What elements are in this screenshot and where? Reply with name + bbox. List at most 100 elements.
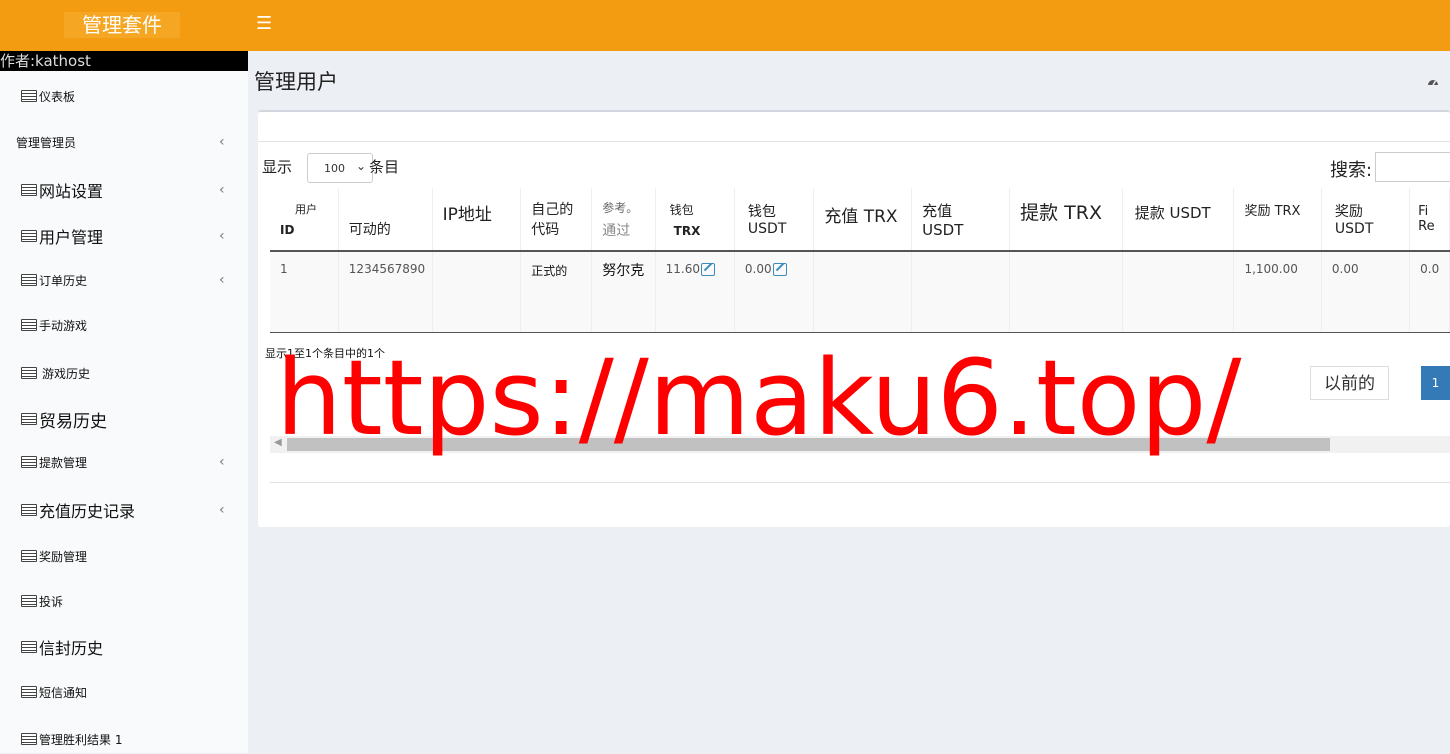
cell-fi-re: 0.0	[1409, 251, 1450, 332]
page-length-select[interactable]: 100 ⌄	[307, 153, 373, 183]
sidebar-item-label: 奖励管理	[39, 549, 88, 564]
page-title: 管理用户	[254, 70, 338, 94]
sidebar-item-label: 网站设置	[39, 182, 104, 201]
sidebar-item-manage-win-results[interactable]: 管理胜利结果 1	[0, 724, 248, 754]
column-header[interactable]: 自己的 代码	[520, 188, 593, 252]
entries-label: 条目	[369, 158, 400, 176]
list-icon	[21, 90, 37, 102]
watermark-url: https://maku6.top/	[276, 337, 1242, 459]
column-header[interactable]: 奖励 TRX	[1233, 188, 1322, 252]
cell-ref-pass: 努尔克	[591, 251, 656, 332]
sidebar-item-label: 提款管理	[39, 455, 88, 470]
list-icon	[21, 230, 37, 242]
cell-wallet-trx: 11.60	[655, 251, 735, 332]
sidebar-item-label: 投诉	[39, 594, 64, 609]
users-table-scroll[interactable]: 用户 ID 可动的 IP地址 自己的 代码 参考。 通过 钱包 TRX 钱包 USDT 充…	[270, 188, 1450, 334]
top-navbar	[0, 0, 1450, 51]
sidebar-item-order-history[interactable]: 订单历史 ‹	[0, 265, 248, 295]
sidebar-item-label: 贸易历史	[39, 411, 107, 432]
cell-recharge-trx	[813, 251, 913, 332]
column-header[interactable]: 钱包 TRX	[655, 188, 735, 252]
column-header[interactable]: Fi Re	[1409, 188, 1450, 252]
sidebar-item-site-settings[interactable]: 网站设置 ‹	[0, 175, 248, 205]
page-1-button[interactable]: 1	[1421, 366, 1450, 400]
cell-ip-address	[432, 251, 522, 332]
column-header[interactable]: 提款 TRX	[1009, 188, 1123, 252]
list-icon	[21, 733, 37, 745]
edit-icon[interactable]	[772, 263, 787, 276]
column-header[interactable]: 用户 ID	[270, 188, 339, 252]
chevron-left-icon: ‹	[219, 182, 225, 198]
sidebar-item-label: 仪表板	[39, 89, 76, 104]
sidebar-item-envelope-history[interactable]: 信封历史	[0, 632, 248, 662]
chevron-left-icon: ‹	[219, 228, 225, 244]
chevron-left-icon: ‹	[219, 454, 225, 470]
list-icon	[21, 367, 37, 379]
box-header-divider	[258, 141, 1450, 142]
cell-recharge-usdt	[911, 251, 1011, 332]
list-icon	[21, 641, 37, 653]
dashboard-icon[interactable]	[1427, 76, 1439, 88]
sidebar-item-label: 订单历史	[39, 273, 88, 288]
column-header[interactable]: 可动的	[338, 188, 433, 252]
brand-logo[interactable]: 管理套件	[64, 12, 180, 38]
cell-user-id: 1	[270, 251, 339, 332]
sidebar-item-admin-management[interactable]: 管理管理员 ‹	[0, 127, 248, 157]
search-label: 搜索:	[1330, 160, 1373, 181]
chevron-left-icon: ‹	[219, 502, 225, 518]
column-header[interactable]: 提款 USDT	[1122, 188, 1235, 252]
list-icon	[21, 686, 37, 698]
sidebar-item-label: 充值历史记录	[39, 502, 136, 521]
list-icon	[21, 456, 37, 468]
sidebar-item-label: 信封历史	[39, 639, 104, 658]
cell-reward-trx: 1,100.00	[1233, 251, 1322, 332]
author-label: 作者:kathost	[0, 51, 248, 71]
edit-icon[interactable]	[701, 263, 716, 276]
sidebar-item-label: 游戏历史	[42, 366, 91, 381]
list-icon	[21, 413, 37, 425]
sidebar-item-dashboard[interactable]: 仪表板	[0, 81, 248, 111]
column-header[interactable]: 奖励 USDT	[1321, 188, 1411, 252]
sidebar-item-reward-management[interactable]: 奖励管理	[0, 541, 248, 571]
table-row[interactable]: 1 1234567890 正式的 努尔克 11.60 0.00 1,100.00…	[270, 251, 1450, 332]
users-table: 用户 ID 可动的 IP地址 自己的 代码 参考。 通过 钱包 TRX 钱包 USDT 充…	[270, 188, 1450, 332]
chevron-down-icon: ⌄	[356, 159, 367, 173]
sidebar-item-trade-history[interactable]: 贸易历史	[0, 404, 248, 434]
sidebar-item-label: 管理胜利结果 1	[39, 732, 123, 747]
cell-reward-usdt: 0.00	[1321, 251, 1411, 332]
list-icon	[21, 319, 37, 331]
list-icon	[21, 550, 37, 562]
page-length-value: 100	[324, 162, 345, 175]
cell-withdraw-trx	[1009, 251, 1123, 332]
cell-own-code: 正式的	[520, 251, 593, 332]
table-bottom-border	[270, 332, 1450, 333]
sidebar-item-label: 管理管理员	[16, 135, 77, 150]
search-input[interactable]	[1375, 152, 1450, 182]
list-icon	[21, 184, 37, 196]
sidebar-item-withdrawal-management[interactable]: 提款管理 ‹	[0, 447, 248, 477]
column-header[interactable]: 钱包 USDT	[734, 188, 815, 252]
table-header-row: 用户 ID 可动的 IP地址 自己的 代码 参考。 通过 钱包 TRX 钱包 USDT 充…	[270, 188, 1450, 252]
list-icon	[21, 595, 37, 607]
sidebar-item-user-management[interactable]: 用户管理 ‹	[0, 221, 248, 251]
list-icon	[21, 274, 37, 286]
sidebar-toggle-icon[interactable]: ☰	[256, 12, 272, 36]
column-header[interactable]: 充值 USDT	[911, 188, 1011, 252]
column-header[interactable]: 参考。 通过	[591, 188, 656, 252]
sidebar-item-label: 短信通知	[39, 685, 88, 700]
sidebar-item-label: 用户管理	[39, 228, 104, 247]
sidebar-item-sms-notifications[interactable]: 短信通知	[0, 677, 248, 707]
sidebar-item-manual-game[interactable]: 手动游戏	[0, 310, 248, 340]
box-footer-divider	[270, 482, 1450, 483]
sidebar-item-recharge-history[interactable]: 充值历史记录 ‹	[0, 495, 248, 525]
column-header[interactable]: IP地址	[432, 188, 522, 252]
sidebar-item-game-history[interactable]: 游戏历史	[0, 358, 248, 388]
sidebar-item-complaints[interactable]: 投诉	[0, 586, 248, 616]
previous-page-button[interactable]: 以前的	[1310, 366, 1389, 400]
cell-mobile: 1234567890	[338, 251, 433, 332]
list-icon	[21, 504, 37, 516]
chevron-left-icon: ‹	[219, 134, 225, 150]
show-entries-label: 显示	[262, 158, 293, 176]
column-header[interactable]: 充值 TRX	[813, 188, 913, 252]
chevron-left-icon: ‹	[219, 272, 225, 288]
